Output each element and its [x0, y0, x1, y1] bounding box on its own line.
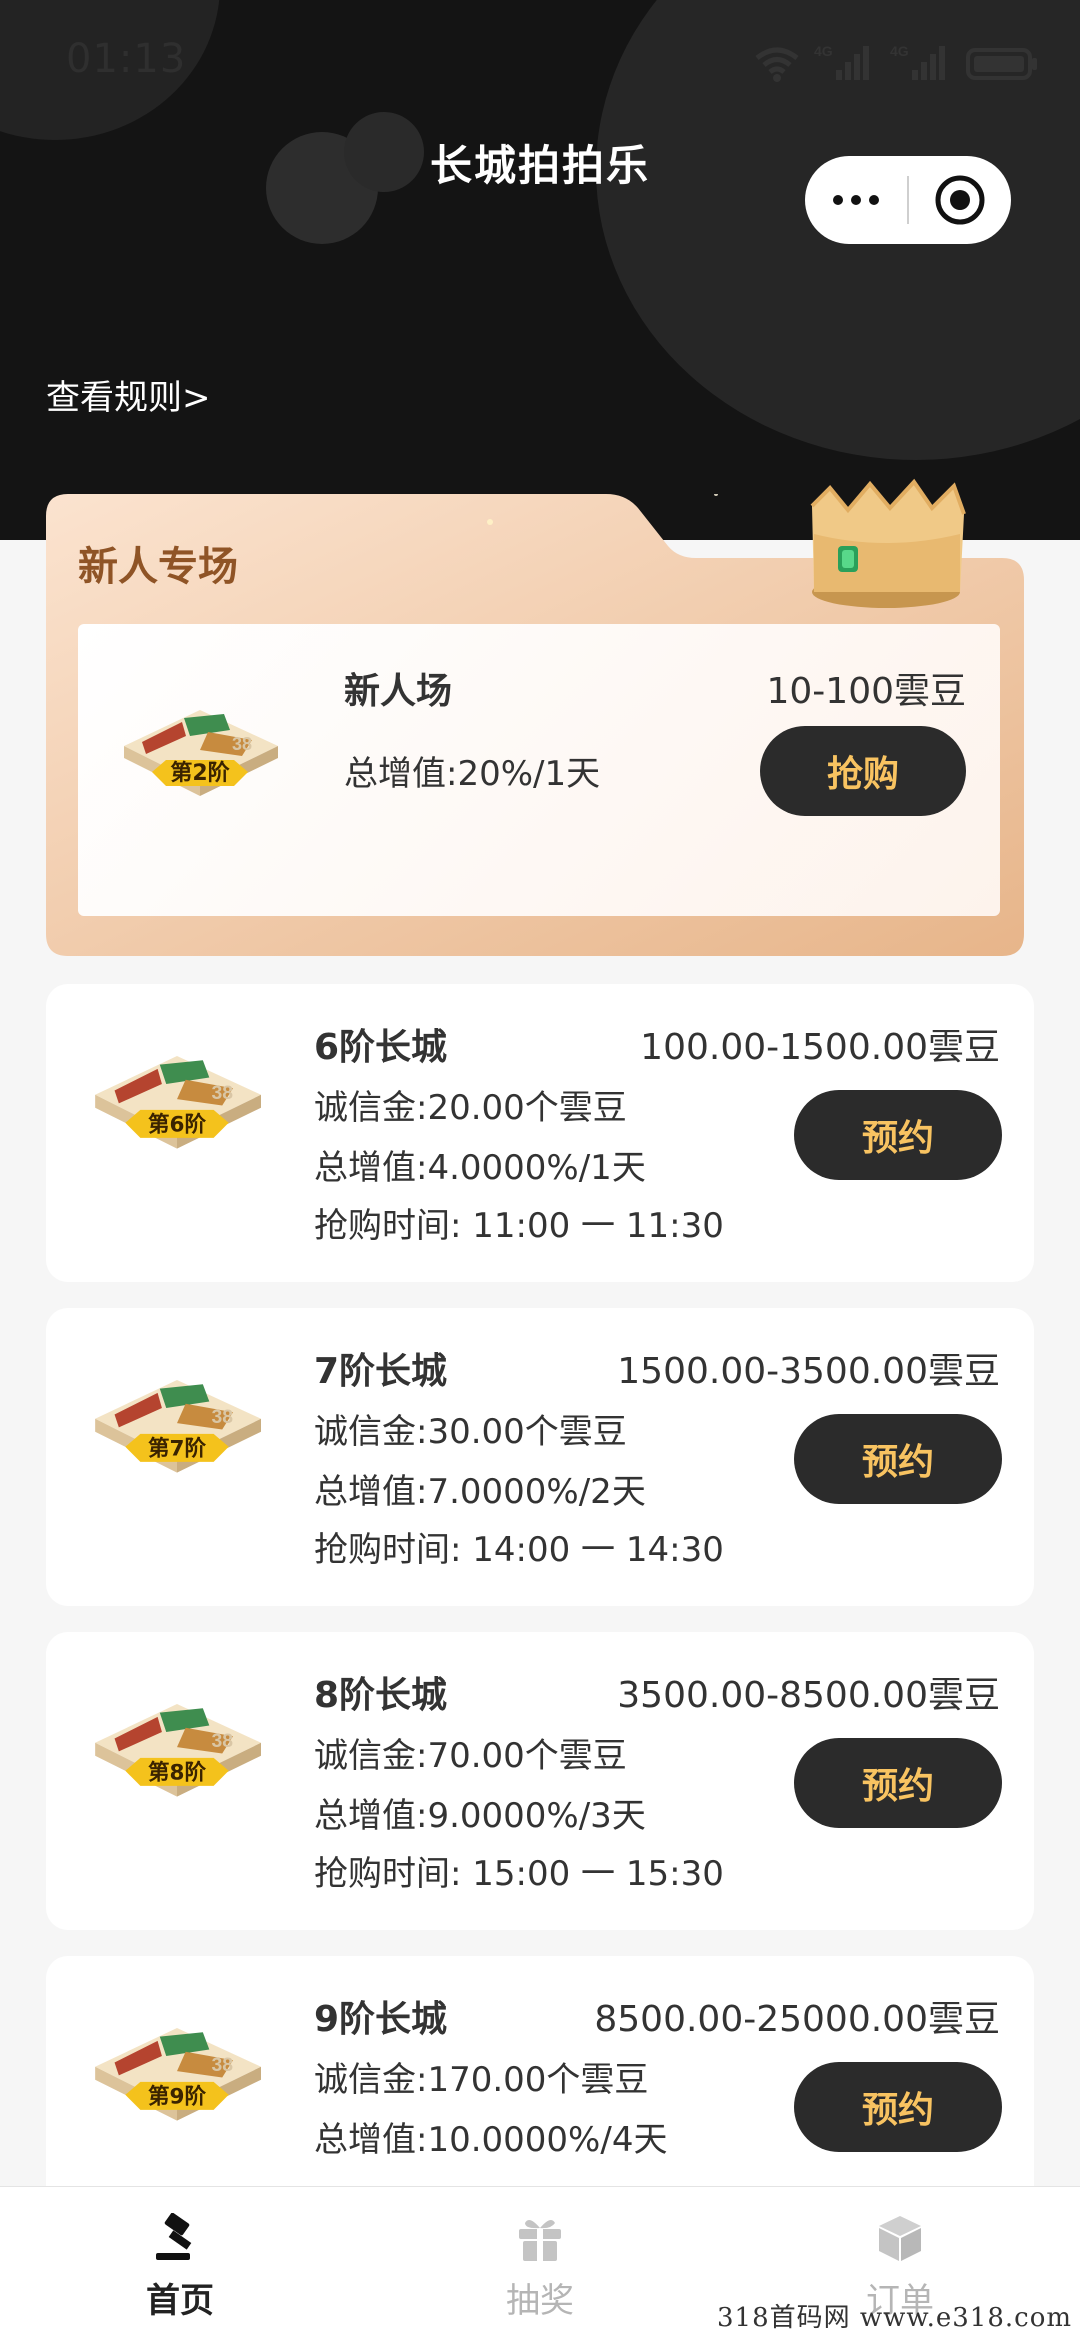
great-wall-thumbnail: 38 第6阶: [95, 1056, 262, 1149]
svg-text:38: 38: [211, 2054, 233, 2076]
header: 01:13 4G 4G 长城拍拍乐 查看规则>: [0, 0, 1080, 540]
newbie-card: 38 第2阶 新人场 10-100雲豆 总增值:20%/1天 抢购: [78, 624, 1000, 916]
level-badge: 第9阶: [148, 2083, 206, 2109]
svg-text:38: 38: [232, 734, 252, 754]
wifi-icon: [755, 47, 799, 82]
reserve-button[interactable]: 预约: [794, 1738, 1002, 1828]
box-icon: [879, 2216, 921, 2261]
more-dots-icon: [833, 195, 879, 205]
reserve-button[interactable]: 预约: [794, 2062, 1002, 2152]
newbie-name: 新人场: [344, 671, 453, 712]
level-badge: 第8阶: [148, 1759, 206, 1785]
status-icons: 4G 4G: [754, 38, 1040, 82]
reserve-button[interactable]: 预约: [794, 1090, 1002, 1180]
level-badge: 第2阶: [170, 760, 230, 786]
svg-text:4G: 4G: [890, 43, 909, 59]
great-wall-thumbnail: 38 第8阶: [95, 1704, 262, 1797]
newbie-rate: 总增值:20%/1天: [344, 754, 601, 794]
reserve-button[interactable]: 预约: [794, 1414, 1002, 1504]
tab-home[interactable]: 首页: [0, 2187, 360, 2340]
level-card: 38 第8阶 8阶长城 3500.00-8500.00雲豆 诚信金:70.00个…: [46, 1632, 1034, 1930]
tab-label: 抽奖: [506, 2281, 574, 2321]
tab-lottery[interactable]: 抽奖: [360, 2187, 720, 2340]
level-deposit: 诚信金:70.00个雲豆: [314, 1736, 627, 1776]
watermark: 318首码网 www.e318.com: [717, 2303, 1072, 2333]
signal-icon: 4G: [814, 43, 869, 80]
level-deposit: 诚信金:30.00个雲豆: [314, 1412, 627, 1452]
auction-hammer-icon: [156, 2213, 192, 2260]
newbie-range: 10-100雲豆: [766, 671, 966, 712]
view-rules-link[interactable]: 查看规则>: [46, 370, 211, 419]
level-time: 抢购时间: 14:00 一 14:30: [314, 1530, 724, 1570]
level-range: 8500.00-25000.00雲豆: [594, 1999, 1000, 2040]
level-range: 3500.00-8500.00雲豆: [617, 1675, 1000, 1716]
level-time: 抢购时间: 11:00 一 11:30: [314, 1206, 724, 1246]
level-rate: 总增值:4.0000%/1天: [314, 1148, 646, 1188]
great-wall-thumbnail: 38 第2阶: [124, 710, 278, 796]
level-name: 6阶长城: [314, 1027, 448, 1068]
svg-text:38: 38: [211, 1406, 233, 1428]
target-icon: [935, 175, 985, 225]
level-deposit: 诚信金:20.00个雲豆: [314, 1088, 627, 1128]
status-time: 01:13: [66, 36, 187, 82]
level-card: 38 第6阶 6阶长城 100.00-1500.00雲豆 诚信金:20.00个雲…: [46, 984, 1034, 1282]
level-badge: 第6阶: [148, 1111, 206, 1137]
level-deposit: 诚信金:170.00个雲豆: [314, 2060, 649, 2100]
gift-icon: [519, 2219, 561, 2261]
more-button[interactable]: [805, 156, 907, 244]
level-rate: 总增值:7.0000%/2天: [314, 1472, 646, 1512]
crown-icon: [810, 478, 966, 608]
level-range: 100.00-1500.00雲豆: [640, 1027, 1000, 1068]
level-time: 抢购时间: 15:00 一 15:30: [314, 1854, 724, 1894]
svg-text:4G: 4G: [814, 43, 833, 59]
great-wall-thumbnail: 38 第9阶: [95, 2028, 262, 2121]
level-range: 1500.00-3500.00雲豆: [617, 1351, 1000, 1392]
svg-text:38: 38: [211, 1730, 233, 1752]
level-rate: 总增值:10.0000%/4天: [314, 2120, 668, 2160]
svg-text:38: 38: [211, 1082, 233, 1104]
great-wall-thumbnail: 38 第7阶: [95, 1380, 262, 1473]
level-card: 38 第7阶 7阶长城 1500.00-3500.00雲豆 诚信金:30.00个…: [46, 1308, 1034, 1606]
battery-icon: [966, 48, 1037, 80]
close-button[interactable]: [909, 156, 1011, 244]
level-name: 8阶长城: [314, 1675, 448, 1716]
level-name: 7阶长城: [314, 1351, 448, 1392]
tab-label: 首页: [146, 2281, 214, 2321]
level-badge: 第7阶: [148, 1435, 206, 1461]
mini-program-capsule: [805, 156, 1011, 244]
level-rate: 总增值:9.0000%/3天: [314, 1796, 646, 1836]
newbie-section: 新人专场 38 第2阶 新人场 10-100雲豆 总增值:20%/1天 抢购: [46, 478, 1024, 956]
level-name: 9阶长城: [314, 1999, 448, 2040]
newbie-section-title: 新人专场: [78, 544, 238, 590]
buy-button[interactable]: 抢购: [760, 726, 966, 816]
signal-icon: 4G: [890, 43, 945, 80]
